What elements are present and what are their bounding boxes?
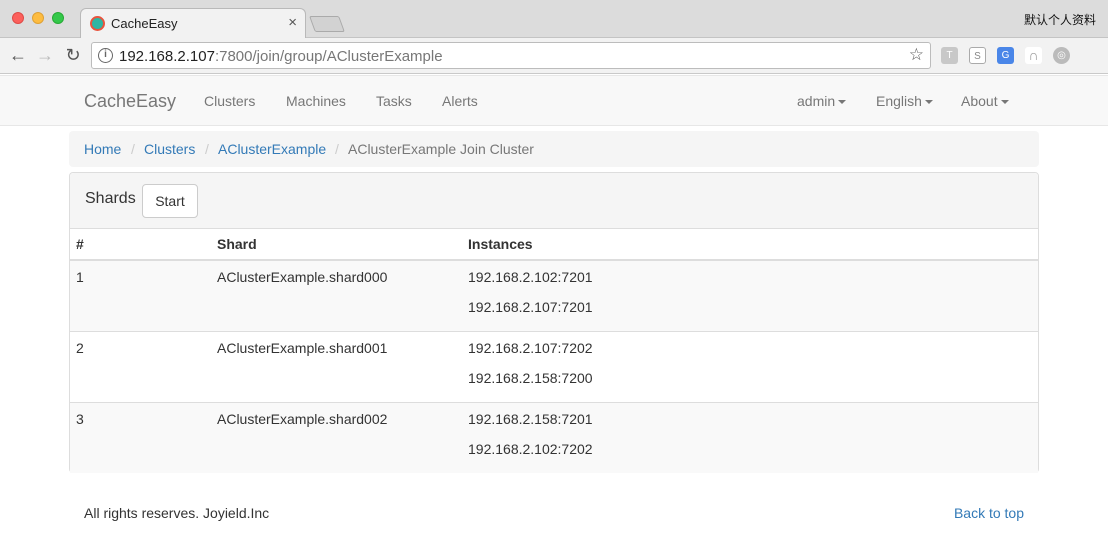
row-instance: 192.168.2.102:7202: [468, 441, 593, 457]
row-shard: AClusterExample.shard002: [217, 411, 388, 427]
breadcrumb-separator: /: [131, 141, 135, 157]
app-navbar: CacheEasy Clusters Machines Tasks Alerts…: [0, 75, 1108, 126]
url-host: 192.168.2.107: [119, 48, 215, 65]
new-tab-button[interactable]: [309, 16, 345, 32]
browser-toolbar: ← → ↻ i 192.168.2.107:7800/join/group/AC…: [0, 38, 1108, 74]
row-shard: AClusterExample.shard001: [217, 340, 388, 356]
breadcrumb-home[interactable]: Home: [84, 141, 121, 157]
back-to-top-link[interactable]: Back to top: [954, 505, 1024, 521]
favicon-icon: [90, 16, 105, 31]
nav-about-dropdown[interactable]: About: [961, 93, 1009, 109]
column-header-index: #: [76, 236, 84, 252]
brand-link[interactable]: CacheEasy: [84, 91, 176, 112]
minimize-window-icon[interactable]: [32, 12, 44, 24]
row-instance: 192.168.2.158:7201: [468, 411, 593, 427]
row-index: 3: [76, 411, 84, 427]
caret-down-icon: [838, 100, 847, 105]
forward-icon[interactable]: →: [34, 44, 56, 66]
maximize-window-icon[interactable]: [52, 12, 64, 24]
row-instance: 192.168.2.158:7200: [468, 370, 593, 386]
nav-machines[interactable]: Machines: [286, 93, 346, 109]
extension-t-icon[interactable]: T: [941, 47, 958, 64]
breadcrumb-separator: /: [205, 141, 209, 157]
row-index: 2: [76, 340, 84, 356]
breadcrumb-clusters[interactable]: Clusters: [144, 141, 195, 157]
row-instance: 192.168.2.107:7202: [468, 340, 593, 356]
row-shard: AClusterExample.shard000: [217, 269, 388, 285]
extension-translate-icon[interactable]: G: [997, 47, 1014, 64]
extension-shield-icon[interactable]: S: [969, 47, 986, 64]
caret-down-icon: [1000, 100, 1009, 105]
table-row: 1 AClusterExample.shard000 192.168.2.102…: [70, 260, 1038, 331]
table-row: 3 AClusterExample.shard002 192.168.2.158…: [70, 402, 1038, 473]
breadcrumb-cluster[interactable]: AClusterExample: [218, 141, 326, 157]
breadcrumb: Home / Clusters / AClusterExample / AClu…: [69, 131, 1039, 167]
reload-icon[interactable]: ↻: [62, 44, 84, 66]
caret-down-icon: [924, 100, 933, 105]
nav-about-label: About: [961, 93, 998, 109]
url-path: :7800/join/group/AClusterExample: [214, 48, 443, 65]
tab-title: CacheEasy: [111, 16, 178, 31]
panel-heading: Shards Start: [70, 173, 1038, 229]
breadcrumb-separator: /: [335, 141, 339, 157]
browser-tab[interactable]: CacheEasy ×: [80, 8, 306, 39]
back-icon[interactable]: ←: [7, 44, 29, 66]
nav-language-dropdown[interactable]: English: [876, 93, 933, 109]
close-window-icon[interactable]: [12, 12, 24, 24]
row-index: 1: [76, 269, 84, 285]
address-bar[interactable]: i 192.168.2.107:7800/join/group/ACluster…: [91, 42, 931, 69]
nav-admin-label: admin: [797, 93, 836, 109]
nav-language-label: English: [876, 93, 922, 109]
row-instance: 192.168.2.102:7201: [468, 269, 593, 285]
nav-alerts[interactable]: Alerts: [442, 93, 478, 109]
profile-label[interactable]: 默认个人资料: [1024, 11, 1096, 28]
info-icon[interactable]: i: [98, 48, 113, 63]
url-text[interactable]: 192.168.2.107:7800/join/group/AClusterEx…: [119, 48, 443, 65]
nav-tasks[interactable]: Tasks: [376, 93, 412, 109]
table-row: 2 AClusterExample.shard001 192.168.2.107…: [70, 331, 1038, 402]
start-button[interactable]: Start: [142, 184, 198, 218]
panel-title: Shards: [85, 190, 136, 207]
tab-close-icon[interactable]: ×: [288, 14, 297, 31]
extension-globe-icon[interactable]: ◎: [1053, 47, 1070, 64]
column-header-instances: Instances: [468, 236, 533, 252]
bookmark-star-icon[interactable]: ☆: [909, 45, 924, 65]
column-header-shard: Shard: [217, 236, 257, 252]
footer-copyright: All rights reserves. Joyield.Inc: [84, 505, 270, 521]
breadcrumb-current: AClusterExample Join Cluster: [348, 141, 534, 157]
row-instance: 192.168.2.107:7201: [468, 299, 593, 315]
shards-panel: Shards Start # Shard Instances 1 ACluste…: [69, 172, 1039, 473]
nav-clusters[interactable]: Clusters: [204, 93, 255, 109]
browser-titlebar: CacheEasy × 默认个人资料: [0, 0, 1108, 39]
extension-arch-icon[interactable]: ∩: [1025, 47, 1042, 64]
nav-admin-dropdown[interactable]: admin: [797, 93, 847, 109]
